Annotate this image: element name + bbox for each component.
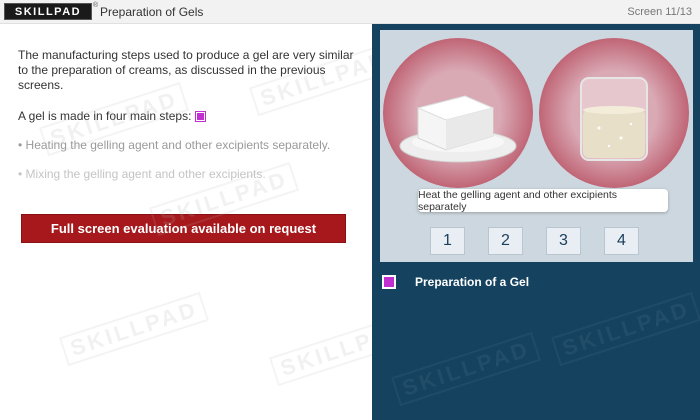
lead-text: A gel is made in four main steps:	[18, 109, 192, 123]
panel-caption: Preparation of a Gel	[382, 275, 529, 289]
beaker-icon	[580, 77, 648, 161]
registered-mark: ®	[92, 2, 98, 9]
step-button-2[interactable]: 2	[488, 227, 523, 255]
header-bar: SKILLPAD ® Preparation of Gels Screen 11…	[0, 0, 700, 24]
screen-counter: Screen 11/13	[627, 6, 692, 18]
gel-block-on-dish-icon	[399, 95, 517, 163]
gelling-agent-image	[383, 38, 533, 188]
step-button-1[interactable]: 1	[430, 227, 465, 255]
magenta-marker-icon	[382, 275, 396, 289]
logo-text: SKILLPAD	[14, 5, 82, 18]
caption-text: Preparation of a Gel	[415, 275, 530, 289]
content-area: The manufacturing steps used to produce …	[0, 24, 420, 420]
step-item-mixing: • Mixing the gelling agent and other exc…	[18, 167, 266, 181]
skillpad-logo: SKILLPAD ®	[4, 2, 98, 20]
step-tooltip: Heat the gelling agent and other excipie…	[418, 189, 668, 213]
intro-paragraph: The manufacturing steps used to produce …	[18, 48, 354, 92]
step-button-3[interactable]: 3	[546, 227, 581, 255]
page-title: Preparation of Gels	[100, 5, 204, 19]
excipients-beaker-image	[539, 38, 689, 188]
media-panel: Heat the gelling agent and other excipie…	[372, 24, 700, 420]
illustration-stage: Heat the gelling agent and other excipie…	[380, 30, 693, 262]
watermark: SKILLPAD	[550, 291, 700, 367]
lead-line: A gel is made in four main steps:	[18, 109, 207, 123]
watermark: SKILLPAD	[58, 291, 210, 367]
evaluation-banner[interactable]: Full screen evaluation available on requ…	[21, 214, 346, 243]
step-button-4[interactable]: 4	[604, 227, 639, 255]
magenta-marker-icon	[195, 110, 207, 122]
watermark: SKILLPAD	[390, 331, 542, 407]
step-item-heating: • Heating the gelling agent and other ex…	[18, 138, 331, 152]
